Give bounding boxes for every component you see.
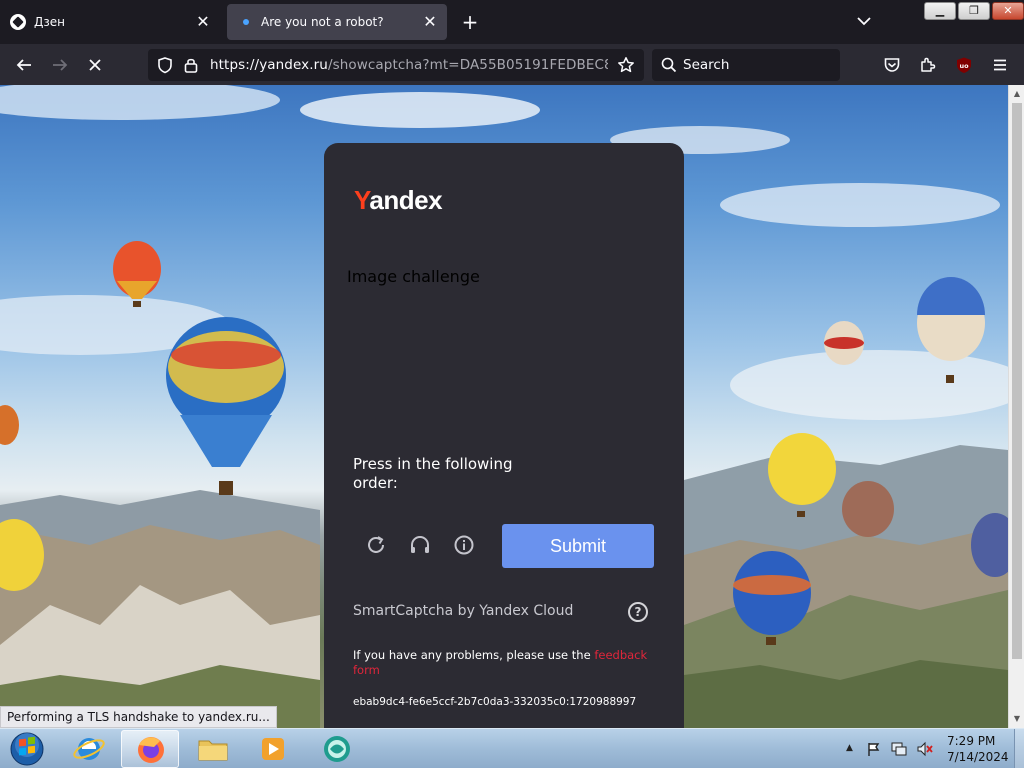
back-arrow-icon xyxy=(16,59,31,71)
url-path: /showcaptcha?mt=DA55B05191FEDBEC87F4E1 xyxy=(327,57,608,73)
submit-button[interactable]: Submit xyxy=(502,524,654,568)
info-button[interactable] xyxy=(452,533,476,557)
minimize-button[interactable]: ▁ xyxy=(924,2,956,20)
captcha-card: Yandex Image challenge Press in the foll… xyxy=(324,143,684,728)
yandex-logo-rest: andex xyxy=(369,185,443,215)
loading-indicator-icon xyxy=(243,19,249,25)
scroll-down-arrow-icon[interactable]: ▼ xyxy=(1012,714,1022,724)
close-window-button[interactable]: ✕ xyxy=(992,2,1024,20)
url-host: https://yandex.ru xyxy=(210,57,328,73)
taskbar-firefox[interactable] xyxy=(121,730,179,768)
window-controls: ▁ ❐ ✕ xyxy=(924,2,1024,20)
task-instructions: Press in the following order: xyxy=(353,455,513,492)
scrollbar-thumb[interactable] xyxy=(1012,103,1022,659)
windows-start-orb-icon xyxy=(10,732,44,766)
page-viewport: Yandex Image challenge Press in the foll… xyxy=(0,85,1008,728)
close-icon[interactable]: ✕ xyxy=(421,13,439,31)
forward-arrow-icon xyxy=(53,59,68,71)
show-desktop-button[interactable] xyxy=(1014,729,1024,768)
bookmark-star-icon xyxy=(618,57,634,73)
stop-icon xyxy=(89,59,101,71)
show-hidden-icons-icon[interactable]: ▲ xyxy=(846,743,853,753)
tab-dzen[interactable]: Дзен ✕ xyxy=(4,4,220,40)
action-center-flag-icon[interactable] xyxy=(866,741,882,757)
feedback-prefix: If you have any problems, please use the xyxy=(353,648,595,662)
status-bar: Performing a TLS handshake to yandex.ru.… xyxy=(0,706,277,728)
stop-button[interactable] xyxy=(82,52,108,78)
search-input[interactable]: Search xyxy=(652,49,840,81)
pocket-button[interactable] xyxy=(879,52,905,78)
internet-explorer-icon xyxy=(73,738,105,760)
info-icon xyxy=(454,535,474,555)
refresh-button[interactable] xyxy=(364,533,388,557)
extensions-button[interactable] xyxy=(915,52,941,78)
audio-challenge-button[interactable] xyxy=(408,533,432,557)
system-tray: ▲ 7:29 PM 7/14/2024 xyxy=(844,729,1024,768)
scroll-up-arrow-icon[interactable]: ▲ xyxy=(1012,89,1022,99)
taskbar-file-explorer[interactable] xyxy=(184,730,242,768)
start-button[interactable] xyxy=(4,730,50,768)
tab-captcha[interactable]: Are you not a robot? ✕ xyxy=(227,4,447,40)
new-tab-button[interactable]: + xyxy=(459,11,481,33)
challenge-title: Image challenge xyxy=(347,267,480,286)
help-icon[interactable]: ? xyxy=(628,602,648,622)
lock-icon xyxy=(184,58,198,73)
volume-muted-icon[interactable] xyxy=(916,741,934,757)
dzen-favicon-icon xyxy=(10,14,26,30)
puzzle-icon xyxy=(921,57,936,72)
search-icon xyxy=(661,57,677,73)
url-bar[interactable]: https://yandex.ru/showcaptcha?mt=DA55B05… xyxy=(148,49,644,81)
forward-button[interactable] xyxy=(47,52,73,78)
windows-taskbar: ▲ 7:29 PM 7/14/2024 xyxy=(0,728,1024,768)
ublock-shield-icon: uo xyxy=(957,57,971,73)
taskbar-media-player[interactable] xyxy=(245,730,303,768)
feedback-notice: If you have any problems, please use the… xyxy=(353,648,653,678)
back-button[interactable] xyxy=(11,52,37,78)
navigation-toolbar: https://yandex.ru/showcaptcha?mt=DA55B05… xyxy=(0,44,1024,85)
firefox-icon xyxy=(138,737,164,763)
media-player-icon xyxy=(262,738,284,760)
close-icon[interactable]: ✕ xyxy=(194,13,212,31)
tab-strip: Дзен ✕ Are you not a robot? ✕ + ▁ ❐ ✕ xyxy=(0,0,1024,44)
refresh-icon xyxy=(368,536,384,553)
clock-time[interactable]: 7:29 PM xyxy=(947,734,995,748)
yandex-logo-y: Y xyxy=(354,185,370,215)
restore-button[interactable]: ❐ xyxy=(958,2,990,20)
smartcaptcha-provider-label: SmartCaptcha by Yandex Cloud xyxy=(353,603,574,619)
headphones-icon xyxy=(411,536,429,553)
search-placeholder: Search xyxy=(683,57,730,73)
folder-icon xyxy=(198,740,228,761)
shield-icon xyxy=(158,57,172,74)
clock-date[interactable]: 7/14/2024 xyxy=(947,750,1009,764)
taskbar-app[interactable] xyxy=(308,730,366,768)
app-globe-icon xyxy=(324,736,350,762)
hamburger-menu-icon xyxy=(994,59,1006,71)
menu-button[interactable] xyxy=(987,52,1013,78)
svg-text:uo: uo xyxy=(959,62,969,70)
vertical-scrollbar[interactable]: ▲ ▼ xyxy=(1008,85,1024,728)
pocket-icon xyxy=(884,58,900,72)
tab-title: Дзен xyxy=(34,15,65,29)
restore-icon: ❐ xyxy=(969,4,979,17)
yandex-logo: Yandex xyxy=(354,185,443,216)
close-icon: ✕ xyxy=(1003,4,1013,17)
tab-title: Are you not a robot? xyxy=(261,15,384,29)
url-text[interactable]: https://yandex.ru/showcaptcha?mt=DA55B05… xyxy=(210,57,608,73)
network-icon[interactable] xyxy=(890,741,908,757)
captcha-token: ebab9dc4-fe6e5ccf-2b7c0da3-332035c0:1720… xyxy=(353,696,637,708)
minimize-icon: ▁ xyxy=(935,4,945,17)
taskbar-internet-explorer[interactable] xyxy=(60,730,118,768)
ublock-button[interactable]: uo xyxy=(951,52,977,78)
chevron-down-icon[interactable] xyxy=(855,12,873,30)
